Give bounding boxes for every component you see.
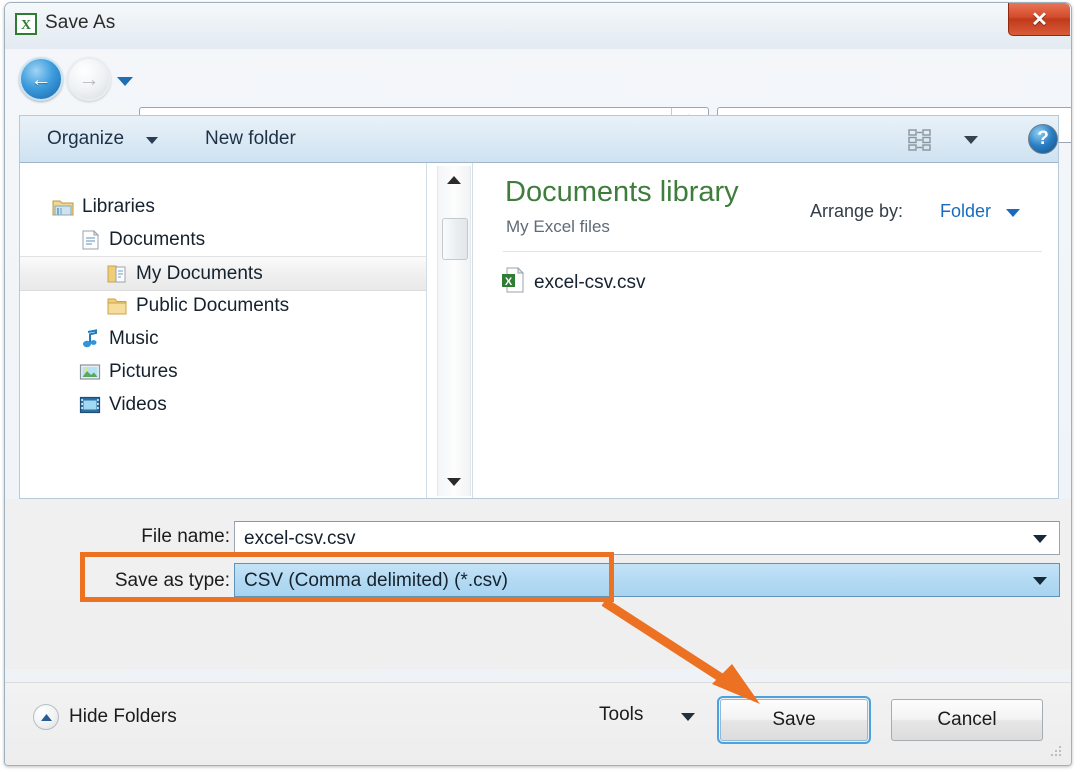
hide-folders-button[interactable]: Hide Folders: [33, 704, 177, 730]
tools-button[interactable]: Tools: [599, 704, 643, 726]
tree-item-public-documents[interactable]: Public Documents: [20, 289, 426, 322]
arrange-by-value[interactable]: Folder: [940, 201, 991, 222]
tree-item-label: Documents: [109, 228, 206, 250]
public-documents-folder-icon: [106, 296, 128, 316]
arrange-by-label: Arrange by:: [810, 201, 904, 221]
close-button[interactable]: ✕: [1008, 3, 1070, 36]
music-icon: [79, 328, 101, 349]
metadata-row: Authors: Svetlana Cheusheva Tags: Add a …: [5, 619, 1071, 645]
navigation-scrollbar[interactable]: [437, 166, 471, 496]
views-chevron-down-icon[interactable]: [964, 136, 978, 144]
forward-arrow-icon: →: [78, 67, 100, 91]
back-button[interactable]: ←: [19, 57, 63, 101]
tree-item-label: Public Documents: [136, 294, 290, 316]
tree-item-label: My Documents: [136, 262, 263, 284]
save-button-label: Save: [772, 709, 816, 730]
tools-chevron-down-icon[interactable]: [681, 713, 695, 721]
tree-item-my-documents[interactable]: My Documents: [20, 256, 426, 291]
my-documents-folder-icon: [106, 264, 128, 284]
documents-library-icon: [79, 229, 101, 250]
resize-grip-icon[interactable]: [1049, 744, 1063, 758]
scroll-down-icon[interactable]: [438, 469, 470, 495]
save-as-dialog-window: X Save As ✕ ← → Organize New folder ? Li…: [4, 2, 1072, 766]
save-button[interactable]: Save: [717, 696, 871, 744]
cancel-button-label: Cancel: [937, 709, 997, 730]
save-as-type-label: Save as type:: [114, 570, 230, 591]
address-bar-row: ← → « Documents ▶ My Excel files: [5, 49, 1071, 143]
list-item[interactable]: X excel-csv.csv: [501, 266, 646, 298]
file-name-input[interactable]: excel-csv.csv: [234, 521, 1060, 555]
csv-file-icon: X: [501, 266, 525, 298]
back-arrow-icon: ←: [30, 67, 52, 91]
tree-item-documents[interactable]: Documents: [20, 223, 426, 256]
organize-chevron-down-icon[interactable]: [146, 137, 158, 144]
forward-button[interactable]: →: [67, 57, 111, 101]
pictures-icon: [79, 362, 101, 382]
save-as-type-value: CSV (Comma delimited) (*.csv): [244, 570, 508, 591]
views-list-icon[interactable]: [908, 128, 938, 157]
file-list-pane: Documents library My Excel files Arrange…: [472, 163, 1058, 498]
tree-item-music[interactable]: Music: [20, 322, 426, 355]
organize-button[interactable]: Organize: [47, 128, 124, 150]
svg-text:X: X: [21, 18, 31, 33]
save-as-type-select[interactable]: CSV (Comma delimited) (*.csv): [234, 563, 1060, 597]
title-bar: X Save As ✕: [5, 3, 1071, 49]
dialog-footer: Hide Folders Tools Save Cancel: [5, 682, 1071, 765]
tree-item-label: Pictures: [109, 360, 178, 382]
hide-folders-label: Hide Folders: [69, 706, 177, 727]
cancel-button[interactable]: Cancel: [891, 699, 1043, 741]
arrange-chevron-down-icon[interactable]: [1006, 209, 1020, 217]
tree-item-libraries[interactable]: Libraries: [20, 190, 426, 223]
recent-pages-dropdown-icon[interactable]: [117, 77, 133, 86]
tree-item-label: Libraries: [82, 195, 155, 217]
chevron-up-icon: [33, 704, 59, 730]
tree-item-pictures[interactable]: Pictures: [20, 355, 426, 388]
svg-text:X: X: [505, 276, 513, 288]
help-button[interactable]: ?: [1028, 124, 1058, 154]
scroll-up-icon[interactable]: [438, 167, 470, 193]
window-title: Save As: [45, 12, 116, 33]
command-bar: Organize New folder ?: [19, 115, 1059, 163]
library-title: Documents library: [505, 176, 739, 208]
navigation-pane: Libraries Documents My Documents Public Doc…: [20, 163, 426, 498]
file-name-value: excel-csv.csv: [244, 528, 356, 549]
file-name-chevron-down-icon[interactable]: [1033, 535, 1047, 543]
tree-item-label: Videos: [109, 393, 167, 415]
close-icon: ✕: [1031, 8, 1048, 31]
file-name-label: excel-csv.csv: [534, 271, 646, 293]
tree-item-videos[interactable]: Videos: [20, 388, 426, 421]
videos-icon: [79, 395, 101, 415]
save-as-dialog-screenshot: X Save As ✕ ← → Organize New folder ? Li…: [0, 0, 1080, 772]
excel-icon: X: [15, 13, 37, 35]
libraries-icon: [52, 197, 74, 217]
tree-item-label: Music: [109, 327, 159, 349]
new-folder-button[interactable]: New folder: [205, 128, 296, 150]
save-as-type-chevron-down-icon[interactable]: [1033, 577, 1047, 585]
pane-divider: [426, 163, 427, 498]
scrollbar-thumb[interactable]: [442, 218, 468, 260]
library-subtitle: My Excel files: [506, 217, 610, 236]
browser-panes: Libraries Documents My Documents Public Doc…: [19, 163, 1059, 499]
files-divider: [503, 251, 1042, 252]
file-name-label: File name:: [141, 526, 230, 547]
help-icon: ?: [1037, 128, 1049, 149]
